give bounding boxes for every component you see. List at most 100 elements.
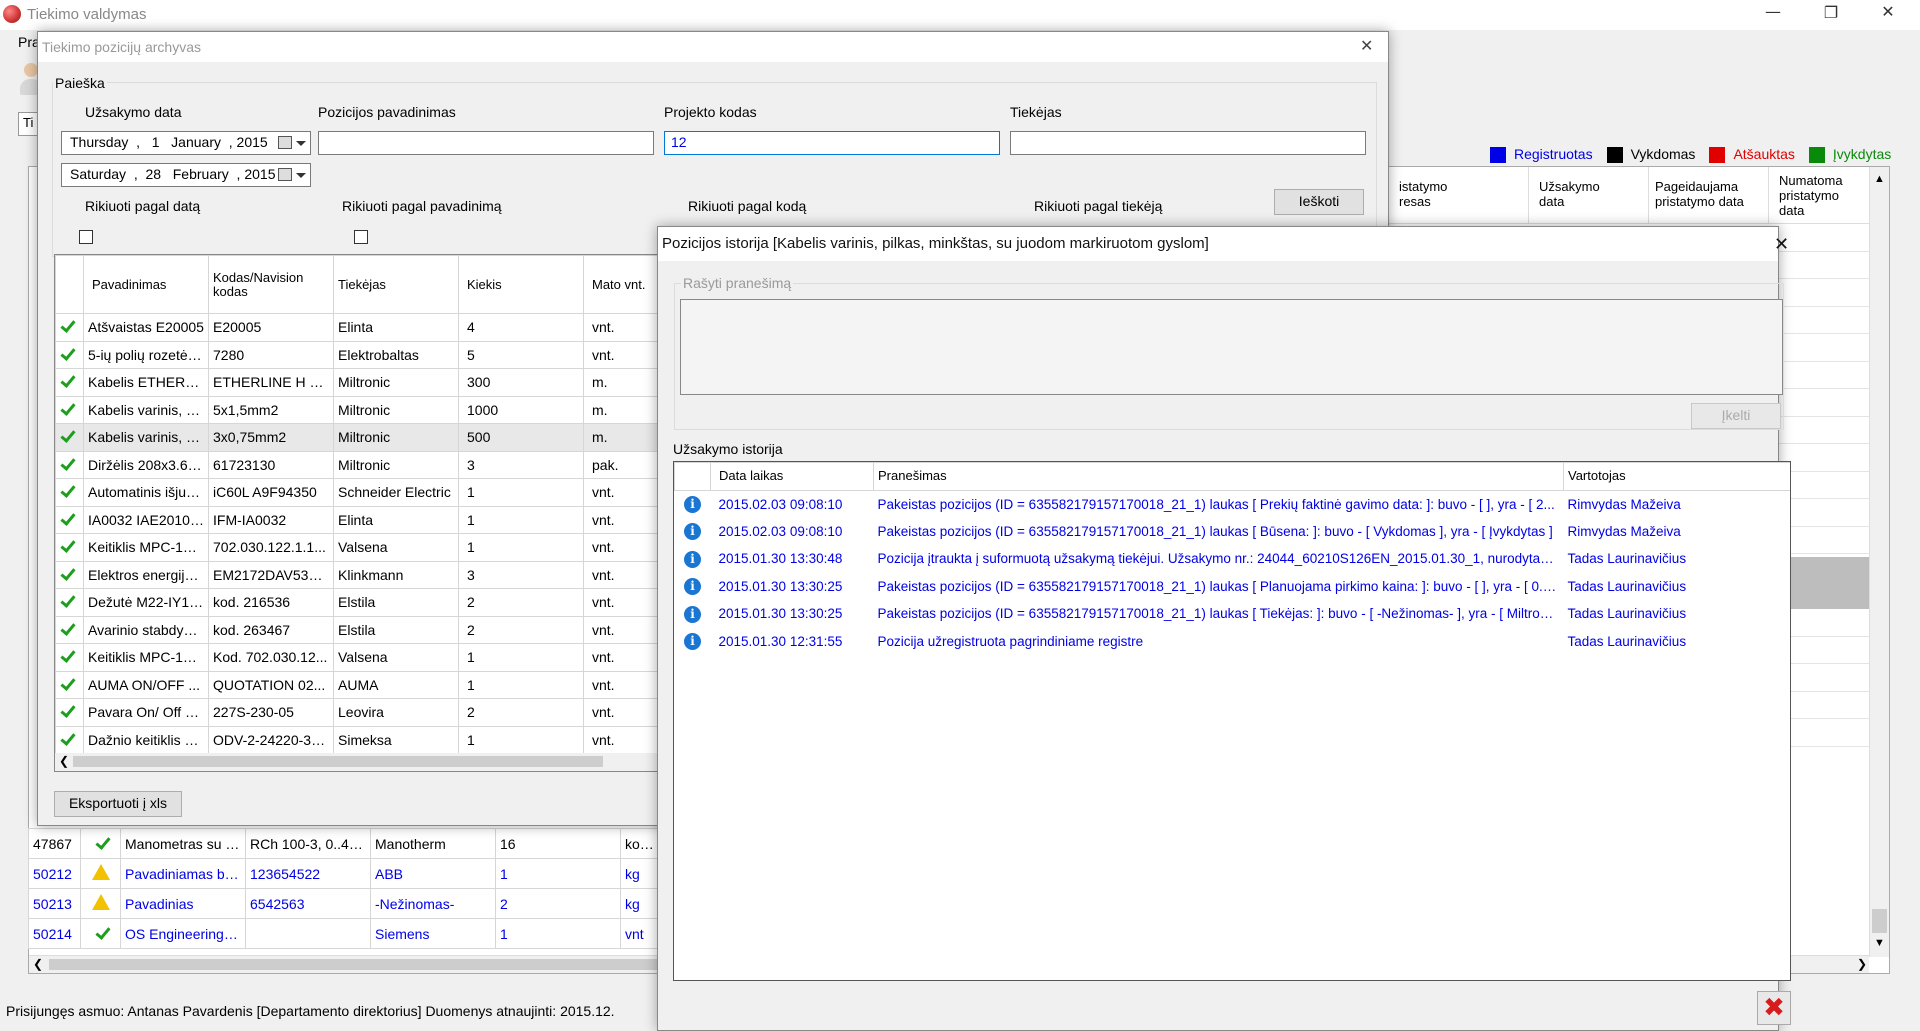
close-window-button[interactable]: ✕ [1868, 2, 1908, 21]
legend-swatch [1490, 147, 1506, 164]
history-header-user[interactable]: Vartotojas [1563, 462, 1790, 491]
name-input[interactable] [318, 131, 654, 155]
table-row[interactable]: Kabelis varinis, pil... 5x1,5mm2 Miltronic… [55, 395, 673, 424]
table-row[interactable]: i 2015.02.03 09:08:10 Pakeistas pozicijos … [675, 518, 1791, 546]
main-grid-code: 123654522 [245, 858, 371, 889]
search-button[interactable]: Ieškoti [1274, 189, 1364, 215]
sort-by-name-checkbox[interactable] [353, 230, 368, 245]
check-icon [94, 833, 111, 850]
main-grid-qty: 1 [495, 918, 621, 949]
legend-item: Registruotas [1490, 146, 1593, 164]
archive-cell-code: 7280 [208, 340, 334, 369]
archive-header-name[interactable]: Pavadinimas [83, 255, 209, 314]
archive-cell-code: QUOTATION 02... [208, 670, 334, 699]
archive-cell-code: 702.030.122.1.1... [208, 533, 334, 562]
main-grid-supplier: -Nežinomas- [370, 888, 496, 919]
scroll-right-icon[interactable]: ❯ [1857, 957, 1867, 971]
date-to-weekday: Saturday [70, 166, 127, 182]
scroll-down-icon[interactable]: ▼ [1874, 937, 1885, 949]
table-row[interactable]: i 2015.02.03 09:08:10 Pakeistas pozicijos … [675, 490, 1791, 518]
date-from-picker[interactable]: Thursday , 1 January , 2015 [61, 131, 311, 155]
table-row[interactable]: 47867 Manometras su m... RCh 100-3, 0..40.… [28, 828, 661, 859]
table-row[interactable]: Dežutė M22-IY1 ... kod. 216536 Elstila 2 vnt… [55, 588, 673, 617]
upload-button[interactable]: Įkelti [1691, 403, 1781, 429]
calendar-icon[interactable] [278, 168, 292, 181]
scroll-up-icon[interactable]: ▲ [1874, 173, 1885, 185]
archive-cell-qty: 2 [458, 698, 584, 727]
table-row[interactable]: Avarinio stabdym... kod. 263467 Elstila 2 vn… [55, 615, 673, 644]
archive-header-qty[interactable]: Kiekis [458, 255, 584, 314]
sort-by-date-checkbox[interactable] [78, 230, 93, 245]
close-icon[interactable]: ✕ [1774, 227, 1789, 261]
date-from-day: 1 [151, 134, 160, 150]
table-row[interactable]: Kabelis ETHERLI... ETHERLINE H C... Miltro… [55, 368, 673, 397]
scroll-left-icon[interactable]: ❮ [33, 957, 43, 971]
archive-close-icon[interactable]: ✕ [1360, 32, 1373, 62]
archive-header-supplier[interactable]: Tiekėjas [333, 255, 459, 314]
archive-grid-hscroll[interactable]: ❮ [55, 753, 673, 771]
table-row[interactable]: Elektros energijos... EM2172DAV53X... Klin… [55, 560, 673, 589]
history-header-message[interactable]: Pranešimas [873, 462, 1564, 491]
history-header-time[interactable]: Data laikas [710, 462, 874, 491]
info-icon: i [684, 633, 701, 651]
table-row[interactable]: Diržėlis 208x3.6, ... 61723130 Miltronic 3 p… [55, 450, 673, 479]
delete-button[interactable]: ✖ [1757, 991, 1791, 1025]
main-grid-cell: 6 [1769, 417, 1869, 444]
table-row[interactable]: Dažnio keitiklis O... ODV-2-24220-3K... Si… [55, 725, 673, 754]
date-to-month: February [172, 166, 229, 182]
table-row[interactable]: Automatinis išjun... iC60L A9F94350 Schnei… [55, 478, 673, 507]
chevron-down-icon[interactable] [296, 173, 306, 178]
archive-cell-name: 5-ių polių rozetė s... [83, 340, 209, 369]
table-row[interactable]: i 2015.01.30 13:30:25 Pakeistas pozicijos … [675, 573, 1791, 601]
status-legend: Registruotas Vykdomas Atšauktas Įvykdytas [1490, 146, 1891, 166]
status-cell [55, 615, 84, 644]
restore-button[interactable]: ❐ [1811, 3, 1851, 22]
archive-cell-qty: 1 [458, 533, 584, 562]
message-textarea[interactable] [680, 299, 1783, 395]
archive-cell-qty: 2 [458, 588, 584, 617]
status-cell [55, 368, 84, 397]
history-title: Pozicijos istorija [Kabelis varinis, pil… [662, 235, 1209, 252]
main-grid-vscroll[interactable]: ▲ ▼ [1869, 167, 1889, 957]
table-row[interactable]: Pavara On/ Off 2... 227S-230-05 Leovira 2 vn… [55, 698, 673, 727]
scroll-thumb[interactable] [1872, 909, 1887, 933]
archive-cell-code: kod. 216536 [208, 588, 334, 617]
project-code-input[interactable]: 12 [664, 131, 1000, 155]
table-row[interactable]: 50213 Pavadinias 6542563 -Nežinomas- 2 kg [28, 888, 661, 919]
calendar-icon[interactable] [278, 136, 292, 149]
chevron-down-icon[interactable] [296, 141, 306, 146]
info-cell: i [675, 545, 711, 573]
table-row[interactable]: 50214 OS Engineering 6... Siemens 1 vnt [28, 918, 661, 949]
table-row[interactable]: AUMA ON/OFF ... QUOTATION 02... AUMA 1 vnt. [55, 670, 673, 699]
minimize-button[interactable]: — [1753, 2, 1793, 21]
archive-cell-supplier: Elinta [333, 313, 459, 342]
table-row[interactable]: i 2015.01.30 12:31:55 Pozicija užregistruo… [675, 628, 1791, 656]
main-grid-unit: kg [620, 858, 661, 889]
table-row[interactable]: Atšvaistas E20005 E20005 Elinta 4 vnt. [55, 313, 673, 342]
app-logo-icon [3, 5, 21, 23]
table-row[interactable]: 5-ių polių rozetė s... 7280 Elektrobaltas 5… [55, 340, 673, 369]
main-grid-name: Pavadinias [120, 888, 246, 919]
table-row[interactable]: Keitiklis MPC-134... Kod. 702.030.12... Va… [55, 643, 673, 672]
scroll-left-icon[interactable]: ❮ [59, 754, 69, 768]
export-xls-button[interactable]: Eksportuoti į xls [54, 791, 182, 817]
date-to-picker[interactable]: Saturday , 28 February , 2015 [61, 163, 311, 187]
scroll-hthumb[interactable] [49, 959, 689, 970]
table-row[interactable]: Kabelis varinis, pil... 3x0,75mm2 Miltroni… [55, 423, 673, 452]
main-grid-id: 50213 [28, 888, 81, 919]
table-row[interactable]: 50212 Pavadiniamas bel... 123654522 ABB 1 kg [28, 858, 661, 889]
main-grid-unit: komp. [620, 828, 661, 859]
main-grid-bottom-rows: 47867 Manometras su m... RCh 100-3, 0..40.… [28, 828, 661, 949]
supplier-input[interactable] [1010, 131, 1366, 155]
archive-cell-supplier: Miltronic [333, 395, 459, 424]
table-row[interactable]: IA0032 IAE2010-... IFM-IA0032 Elinta 1 vnt. [55, 505, 673, 534]
status-cell [55, 698, 84, 727]
archive-header-code[interactable]: Kodas/Navision kodas [208, 255, 334, 314]
table-row[interactable]: i 2015.01.30 13:30:25 Pakeistas pozicijos … [675, 600, 1791, 628]
table-row[interactable]: Keitiklis MPC-134... 702.030.122.1.1... Va… [55, 533, 673, 562]
history-message: Pakeistas pozicijos (ID = 63558217915717… [877, 496, 1555, 512]
status-cell [55, 533, 84, 562]
table-row[interactable]: i 2015.01.30 13:30:48 Pozicija įtraukta į … [675, 545, 1791, 573]
name-label: Pozicijos pavadinimas [318, 104, 456, 120]
scroll-hthumb[interactable] [73, 756, 603, 767]
